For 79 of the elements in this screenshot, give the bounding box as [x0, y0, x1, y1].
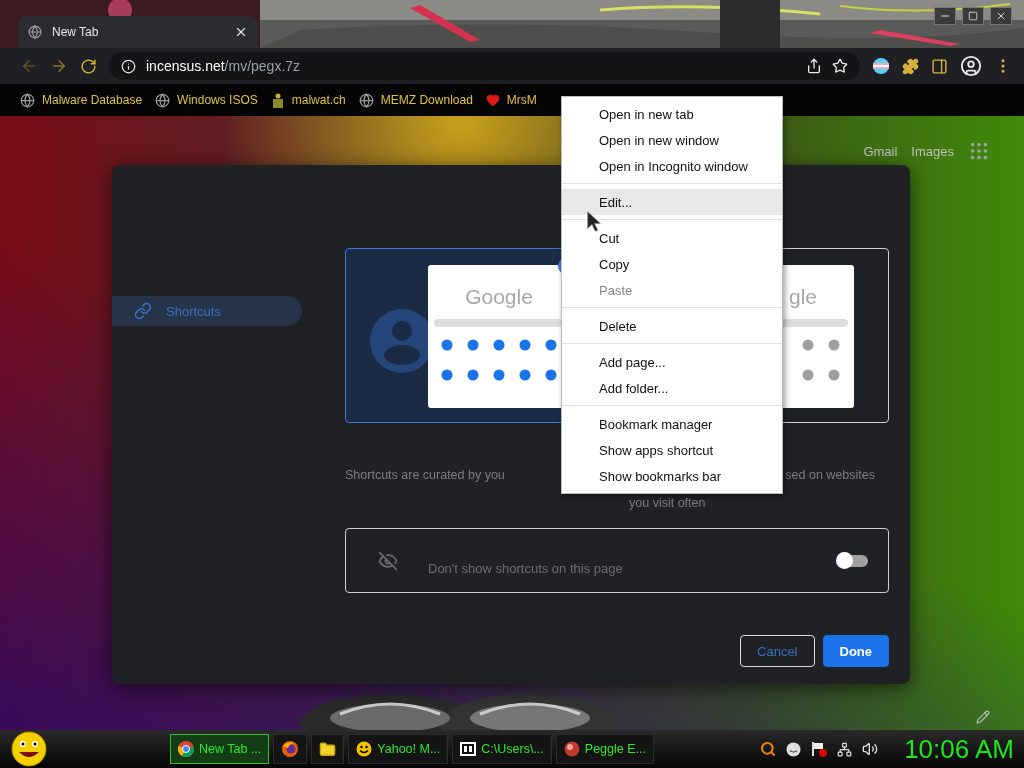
taskbar-button[interactable]: New Tab ...: [170, 734, 270, 764]
menu-item[interactable]: Open in new window: [562, 127, 782, 153]
bookmark[interactable]: Malware Database: [20, 92, 143, 108]
close-icon: [995, 10, 1007, 22]
option-caption: Shortcuts are curated by you: [345, 468, 505, 482]
globe-icon: [155, 92, 171, 108]
star-icon[interactable]: [832, 58, 848, 74]
globe-icon: [358, 92, 374, 108]
preview-logo: Google: [465, 285, 533, 310]
globe-icon: [20, 92, 35, 108]
address-bar[interactable]: incensus.net/mv/pegx.7z: [109, 52, 860, 80]
eye-off-icon: [378, 550, 398, 571]
tab-title: New Tab: [52, 25, 100, 39]
extensions-icon[interactable]: [902, 57, 919, 75]
option-caption: sed on websites: [785, 468, 875, 482]
task-label: C:\Users\...: [481, 742, 544, 756]
menu-item[interactable]: Open in Incognito window: [562, 153, 782, 179]
taskbar-button[interactable]: [273, 734, 308, 764]
menu-item[interactable]: Cut: [562, 225, 782, 251]
search-icon[interactable]: [760, 741, 777, 757]
menu-item[interactable]: Edit...: [562, 189, 782, 215]
bookmark[interactable]: MrsM: [485, 93, 537, 107]
minimize-button[interactable]: [934, 7, 956, 25]
option-caption: you visit often: [629, 496, 706, 510]
maximize-icon: [968, 11, 978, 21]
smiley-icon: [356, 741, 373, 757]
preview-logo: gle: [788, 285, 817, 310]
share-icon[interactable]: [806, 58, 822, 74]
browser-tab[interactable]: New Tab: [18, 16, 258, 48]
smiley-start-button[interactable]: [10, 730, 48, 768]
menu-item[interactable]: Show apps shortcut: [562, 437, 782, 463]
menu-item[interactable]: Show bookmarks bar: [562, 463, 782, 489]
globe-icon: [28, 25, 42, 39]
figure-icon: [270, 92, 285, 108]
smiley-icon[interactable]: [786, 741, 802, 757]
taskbar-button[interactable]: C:\Users\...: [452, 734, 552, 764]
bookmark[interactable]: Windows ISOS: [155, 92, 258, 108]
url-path: /mv/pegx.7z: [224, 58, 301, 74]
taskbar-button[interactable]: Peggle E...: [555, 734, 654, 764]
toggle-switch[interactable]: [838, 554, 868, 567]
info-icon[interactable]: [121, 58, 136, 74]
dots-drawing: [802, 339, 840, 381]
link-icon: [134, 302, 152, 320]
maximize-button[interactable]: [962, 7, 984, 25]
reload-icon[interactable]: [80, 57, 97, 75]
profile-icon[interactable]: [960, 55, 982, 77]
menu-item[interactable]: Open in new tab: [562, 101, 782, 127]
flag-error-icon[interactable]: [811, 741, 828, 757]
taskbar-button[interactable]: Yahoo! M...: [348, 734, 449, 764]
bookmark[interactable]: MEMZ Download: [358, 92, 473, 108]
heart-icon: [485, 93, 500, 107]
archive-icon: [460, 742, 477, 756]
task-label: New Tab ...: [199, 742, 262, 756]
clock: 10:06 AM: [904, 733, 1014, 765]
bookmark-label: MEMZ Download: [380, 93, 473, 107]
firefox-icon[interactable]: [281, 740, 300, 758]
close-icon[interactable]: [234, 25, 248, 39]
ball-icon: [563, 741, 580, 757]
volume-icon[interactable]: [862, 741, 879, 757]
url-host: incensus.net: [146, 58, 225, 74]
network-icon[interactable]: [837, 741, 853, 757]
bookmark-label: malwat.ch: [291, 93, 346, 107]
forward-icon[interactable]: [50, 57, 68, 75]
side-panel-icon[interactable]: [931, 57, 948, 75]
hide-shortcuts-label: Don't show shortcuts on this page: [428, 560, 624, 576]
done-button[interactable]: Done: [822, 635, 889, 667]
close-button[interactable]: [990, 7, 1012, 25]
folder-icon[interactable]: [319, 740, 337, 758]
chrome-icon: [178, 741, 194, 757]
task-label: Peggle E...: [584, 742, 646, 756]
sidebar-label: Shortcuts: [166, 303, 221, 319]
flag-icon[interactable]: [872, 57, 890, 75]
bookmark-label: MrsM: [506, 93, 537, 107]
pencil-icon[interactable]: [976, 710, 990, 724]
bookmark-label: Windows ISOS: [177, 93, 258, 107]
bookmark[interactable]: malwat.ch: [270, 92, 346, 108]
taskbar-button[interactable]: [311, 734, 345, 764]
task-label: Yahoo! M...: [377, 742, 441, 756]
bookmark-label: Malware Database: [42, 93, 143, 107]
